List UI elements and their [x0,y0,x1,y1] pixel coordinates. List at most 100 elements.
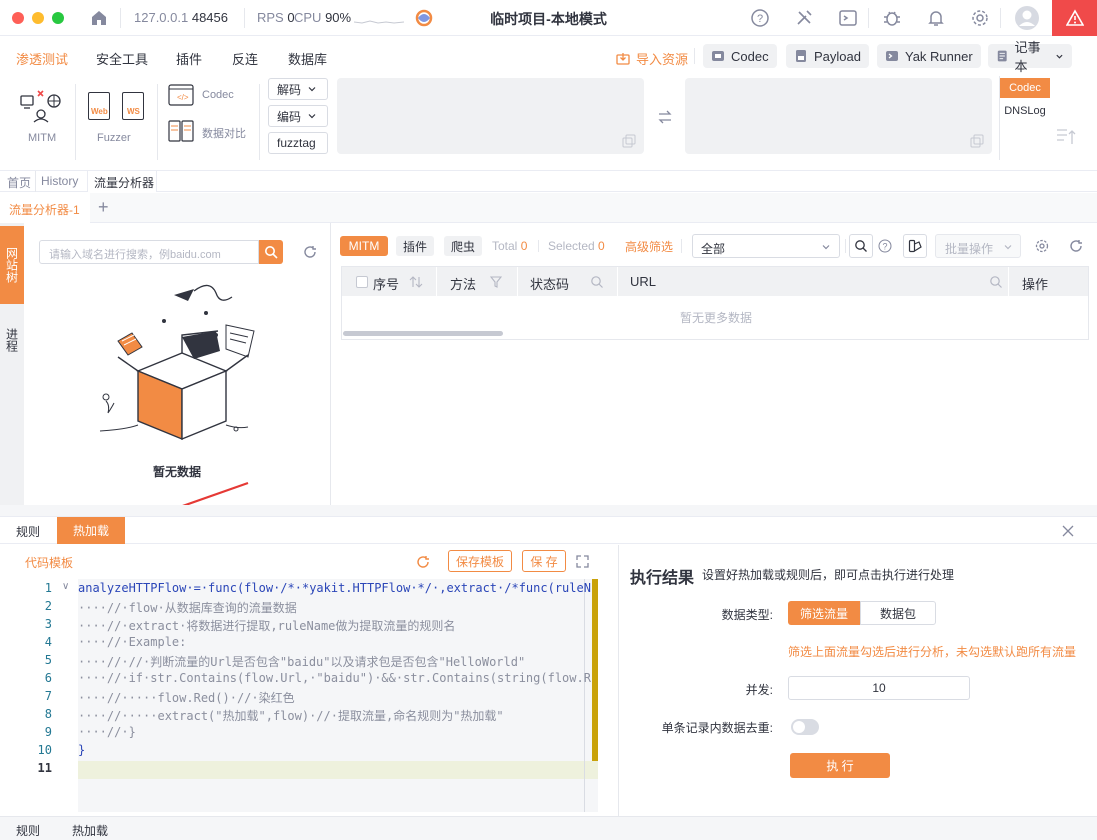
codec-button[interactable]: Codec [703,44,777,68]
fullscreen-icon[interactable] [576,555,589,568]
packet-radio[interactable]: 数据包 [860,601,936,625]
rps-indicator: RPS 0 [257,10,295,25]
advanced-filter-link[interactable]: 高级筛选 [625,238,673,255]
codec-side-tab[interactable]: Codec [1000,78,1050,98]
tab-rules[interactable]: 规则 [16,523,40,540]
status-tab-hotload[interactable]: 热加载 [72,822,108,839]
select-all-checkbox[interactable] [356,276,368,288]
import-resource-button[interactable]: 导入资源 [616,49,688,68]
line-number: 4 [44,635,52,649]
sub-tabs: 流量分析器-1 + [0,193,1097,223]
copy-icon[interactable] [970,134,984,148]
dedup-toggle[interactable] [791,719,819,735]
codec-output-area[interactable] [685,78,992,154]
cpu-indicator: CPU 90% [294,10,352,25]
filter-plugin-tag[interactable]: 插件 [396,236,434,256]
help-icon[interactable]: ? [878,239,892,253]
collapse-icon[interactable] [1056,128,1076,146]
maximize-window-button[interactable] [52,12,64,24]
swap-icon[interactable] [657,110,673,124]
col-status-code[interactable]: 状态码 [530,274,569,293]
reset-icon[interactable] [416,555,430,569]
fuzzer-tool[interactable]: Web WS Fuzzer [84,90,152,160]
tab-traffic-analyzer[interactable]: 流量分析器 [87,171,157,192]
bug-icon[interactable] [882,8,902,28]
search-button[interactable] [259,240,283,264]
filter-traffic-radio[interactable]: 筛选流量 [788,601,860,625]
subtab-traffic-analyzer-1[interactable]: 流量分析器-1 [0,193,90,223]
fold-chevron-icon[interactable]: ∨ [62,581,69,592]
search-button[interactable] [849,234,873,258]
splitter[interactable] [0,505,1097,516]
col-method[interactable]: 方法 [450,274,476,293]
menu-security-tools[interactable]: 安全工具 [96,49,148,68]
tab-hotload[interactable]: 热加载 [57,517,125,544]
fuzztag-button[interactable]: fuzztag [268,132,328,154]
svg-text:?: ? [882,242,887,252]
filter-mitm-tag[interactable]: MITM [340,236,388,256]
sort-icon[interactable] [409,276,423,288]
alert-button[interactable] [1052,0,1097,36]
compare-tool[interactable]: 数据对比 [168,120,252,144]
home-icon[interactable] [89,8,109,28]
yak-runner-button[interactable]: Yak Runner [877,44,981,68]
encode-select[interactable]: 编码 [268,105,328,127]
menu-plugins[interactable]: 插件 [176,49,202,68]
dedup-label: 单条记录内数据去重: [661,721,773,735]
tools-icon[interactable] [794,8,814,28]
sidebar-tab-site-tree[interactable]: 网站树 [0,226,24,304]
execute-button[interactable]: 执 行 [790,753,890,778]
copy-icon[interactable] [622,134,636,148]
settings-gear-icon[interactable] [970,8,990,28]
batch-operation-select[interactable]: 批量操作 [935,234,1021,258]
menu-reverse[interactable]: 反连 [232,49,258,68]
domain-search-input[interactable]: 请输入域名进行搜索，例baidu.com [39,240,259,264]
color-filter-button[interactable] [903,234,927,258]
mitm-tool[interactable]: MITM [18,88,66,158]
ws-fuzzer-icon: WS [122,92,144,120]
status-tab-rules[interactable]: 规则 [16,822,40,839]
tab-home[interactable]: 首页 [7,174,31,191]
close-window-button[interactable] [12,12,24,24]
palette-icon [908,239,922,253]
refresh-icon[interactable] [1069,239,1083,253]
avatar[interactable] [1014,5,1040,31]
notebook-button[interactable]: 记事本 [988,40,1072,74]
search-icon[interactable] [590,275,604,289]
search-icon [855,240,867,252]
payload-button[interactable]: Payload [786,44,869,68]
source-select[interactable]: 全部 [692,234,840,258]
filter-crawler-tag[interactable]: 爬虫 [444,236,482,256]
refresh-icon[interactable] [303,245,317,259]
sidebar-tab-process[interactable]: 进程 [0,314,24,366]
menu-database[interactable]: 数据库 [288,49,327,68]
tab-history[interactable]: History [41,174,78,188]
chevron-down-icon [1056,54,1063,59]
settings-gear-icon[interactable] [1035,239,1049,253]
help-icon[interactable]: ? [750,8,770,28]
code-template-label[interactable]: 代码模板 [25,554,73,571]
col-url[interactable]: URL [630,274,656,289]
search-icon[interactable] [989,275,1003,289]
payload-icon [796,50,806,62]
bell-icon[interactable] [926,8,946,28]
compare-icon [168,120,194,142]
filter-icon[interactable] [490,276,502,288]
add-tab-button[interactable]: + [98,197,109,218]
close-icon[interactable] [1062,525,1074,537]
terminal-icon[interactable] [838,8,858,28]
code-editor[interactable]: 1 analyzeHTTPFlow·=·func(flow·/*·*yakit.H… [16,579,598,812]
line-number: 2 [44,599,52,613]
menu-pentest[interactable]: 渗透测试 [16,49,68,68]
save-button[interactable]: 保 存 [522,550,566,572]
horizontal-scrollbar[interactable] [343,331,503,336]
codec-tool-icon: </> [168,84,194,106]
codec-tool[interactable]: </> Codec [168,84,252,108]
codec-input-area[interactable] [337,78,644,154]
concurrency-input[interactable]: 10 [788,676,970,700]
decode-select[interactable]: 解码 [268,78,328,100]
dnslog-side-tab[interactable]: DNSLog [1000,101,1050,121]
minimize-window-button[interactable] [32,12,44,24]
save-template-button[interactable]: 保存模板 [448,550,512,572]
col-index[interactable]: 序号 [373,274,399,293]
